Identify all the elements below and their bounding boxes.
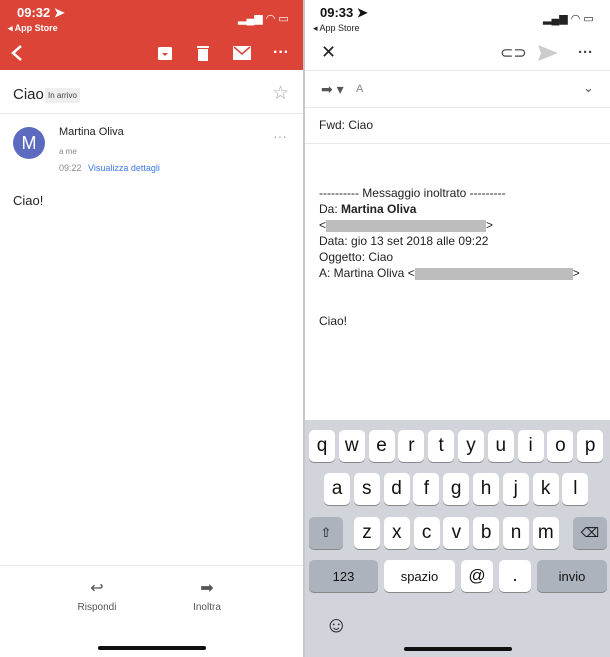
key-a[interactable]: a	[324, 473, 350, 505]
key-v[interactable]: v	[443, 517, 470, 549]
key-l[interactable]: l	[562, 473, 589, 505]
home-indicator	[404, 647, 512, 651]
at-key[interactable]: @	[461, 560, 493, 592]
forward-separator: ---------- Messaggio inoltrato ---------	[319, 186, 506, 200]
key-m[interactable]: m	[532, 517, 559, 549]
forward-subject: Oggetto: Ciao	[319, 250, 394, 264]
email-close: >	[572, 266, 580, 280]
recipient: a me	[59, 147, 77, 156]
key-c[interactable]: c	[413, 517, 440, 549]
more-icon[interactable]: ···	[273, 44, 289, 62]
emoji-icon[interactable]: ☺	[325, 612, 347, 638]
key-i[interactable]: i	[517, 430, 544, 462]
forward-type-icon[interactable]: ➡ ▾	[321, 81, 344, 98]
key-w[interactable]: w	[338, 430, 365, 462]
dot-key[interactable]: .	[499, 560, 531, 592]
redacted-email	[414, 267, 573, 280]
header-bar: 09:32 ➤ ◂ App Store ▂▄▆ ◠ ▭ ···	[0, 0, 303, 70]
shift-key[interactable]: ⇧	[309, 517, 343, 549]
star-icon[interactable]: ☆	[272, 82, 289, 105]
key-k[interactable]: k	[532, 473, 559, 505]
key-e[interactable]: e	[368, 430, 395, 462]
key-r[interactable]: r	[398, 430, 425, 462]
status-time: 09:32 ➤	[17, 5, 65, 20]
forward-button[interactable]: ➡ Inoltra	[180, 578, 234, 613]
back-to-app-store[interactable]: ◂ App Store	[313, 23, 360, 34]
email-close: >	[486, 218, 494, 232]
forward-label: Inoltra	[193, 602, 221, 613]
forward-to: A: Martina Oliva <	[319, 266, 415, 280]
key-q[interactable]: q	[309, 430, 335, 462]
backspace-key[interactable]: ⌫	[573, 517, 607, 549]
compose-body[interactable]: ---------- Messaggio inoltrato ---------…	[319, 185, 609, 329]
status-icons: ▂▄▆ ◠ ▭	[543, 13, 594, 25]
key-f[interactable]: f	[413, 473, 440, 505]
key-h[interactable]: h	[473, 473, 499, 505]
view-details-link[interactable]: Visualizza dettagli	[88, 163, 160, 173]
key-t[interactable]: t	[428, 430, 455, 462]
message-more-icon[interactable]: ···	[273, 128, 287, 144]
compose-view: 09:33 ➤ ◂ App Store ▂▄▆ ◠ ▭ ✕ ⊂⊃ ··· ➡ ▾…	[305, 0, 610, 657]
from-label: Da:	[319, 202, 342, 216]
inbox-label[interactable]: In arrivo	[45, 88, 80, 103]
reply-button[interactable]: ↩ Rispondi	[70, 578, 124, 613]
send-icon[interactable]	[538, 45, 558, 61]
reply-label: Rispondi	[77, 602, 117, 613]
sender-name: Martina Oliva	[59, 126, 124, 138]
forward-text: Ciao!	[319, 314, 348, 328]
key-g[interactable]: g	[443, 473, 470, 505]
to-field-label[interactable]: A	[356, 83, 363, 95]
key-s[interactable]: s	[353, 473, 380, 505]
key-z[interactable]: z	[354, 517, 380, 549]
close-icon[interactable]: ✕	[321, 42, 336, 63]
key-p[interactable]: p	[577, 430, 604, 462]
keyboard: ⇧ ⌫ 123 spazio @ . invio ☺ qwertyuiop asd…	[305, 420, 610, 657]
enter-key[interactable]: invio	[537, 560, 607, 592]
key-y[interactable]: y	[458, 430, 484, 462]
home-indicator	[98, 646, 206, 650]
status-icons: ▂▄▆ ◠ ▭	[238, 13, 289, 25]
status-time: 09:33 ➤	[320, 5, 368, 20]
key-u[interactable]: u	[487, 430, 514, 462]
back-chevron-icon[interactable]	[10, 44, 24, 62]
avatar: M	[13, 127, 45, 159]
key-d[interactable]: d	[383, 473, 410, 505]
email-open: <	[319, 218, 327, 232]
back-to-app-store[interactable]: ◂ App Store	[8, 23, 58, 34]
key-b[interactable]: b	[473, 517, 500, 549]
email-body: Ciao!	[13, 193, 44, 208]
key-j[interactable]: j	[502, 473, 529, 505]
archive-icon[interactable]	[157, 45, 173, 61]
mail-icon[interactable]	[233, 46, 251, 60]
attach-icon[interactable]: ⊂⊃	[500, 43, 527, 63]
space-key[interactable]: spazio	[384, 560, 455, 592]
from-name: Martina Oliva	[341, 202, 417, 216]
sent-time: 09:22	[59, 163, 82, 173]
numbers-key[interactable]: 123	[309, 560, 378, 592]
key-o[interactable]: o	[547, 430, 574, 462]
more-icon[interactable]: ···	[578, 44, 593, 61]
trash-icon[interactable]	[196, 44, 210, 62]
reply-icon: ↩	[90, 580, 104, 597]
email-subject: Ciao	[13, 86, 44, 103]
redacted-email	[326, 219, 487, 232]
key-x[interactable]: x	[383, 517, 410, 549]
key-n[interactable]: n	[503, 517, 529, 549]
forward-icon: ➡	[200, 580, 214, 597]
forward-date: Data: gio 13 set 2018 alle 09:22	[319, 234, 489, 248]
expand-chevron-icon[interactable]: ⌄	[583, 80, 594, 96]
email-view: 09:32 ➤ ◂ App Store ▂▄▆ ◠ ▭ ··· Ciao In …	[0, 0, 303, 657]
subject-field[interactable]: Fwd: Ciao	[319, 118, 373, 132]
